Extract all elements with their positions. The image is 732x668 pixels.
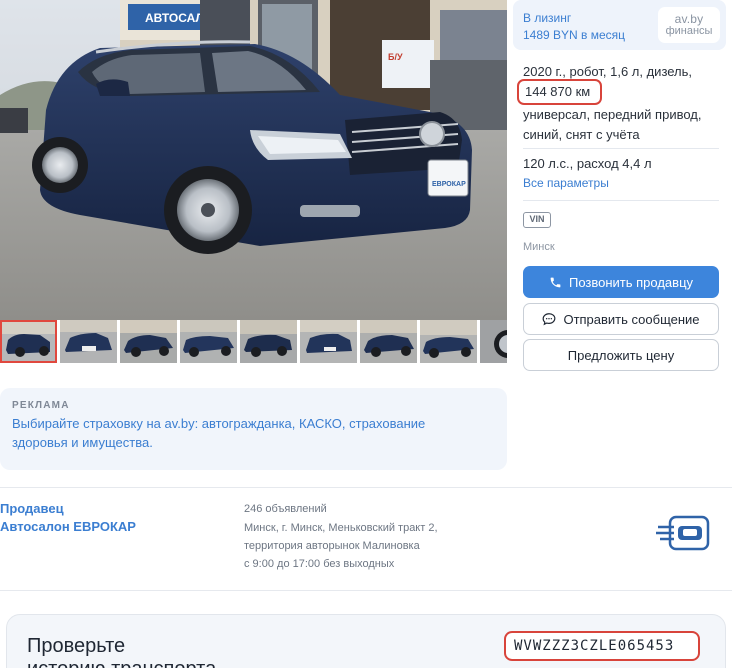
thumbnail-9[interactable] [480,320,507,363]
offer-price-label: Предложить цену [567,347,675,363]
seller-name-link[interactable]: Автосалон ЕВРОКАР [0,519,136,534]
city-label: Минск [523,241,555,253]
leasing-title: В лизинг [523,11,572,25]
ad-text-link[interactable]: Выбирайте страховку на av.by: автогражда… [12,414,482,452]
thumbnail-strip [0,320,507,363]
call-seller-label: Позвонить продавцу [568,274,694,290]
all-parameters-link[interactable]: Все параметры [523,176,609,190]
av-finance-logo: av.by финансы [658,7,720,43]
spec-body-drive-color: универсал, передний привод, синий, снят … [523,107,702,142]
thumbnail-image [240,320,297,363]
leasing-price: 1489 BYN в месяц [523,28,626,42]
thumbnail-image [300,320,357,363]
ad-tag: РЕКЛАМА [12,400,70,411]
leasing-banner[interactable]: В лизинг 1489 BYN в месяц av.by финансы [513,0,726,50]
mileage-value: 144 870 км [525,84,591,99]
thumbnail-image [60,320,117,363]
vehicle-history-card[interactable]: Проверьте историю транспорта WVWZZZ3CZLE… [6,614,726,668]
chat-icon [543,313,556,326]
main-photo[interactable]: АВТОСАЛОН Б/У ЕВРОКАР [0,0,507,320]
seller-label[interactable]: Продавец [0,501,64,516]
vin-number-highlight: WVWZZZ3CZLE065453 [504,631,700,661]
window-sign-text: Б/У [388,52,403,62]
thumbnail-image [180,320,237,363]
thumbnail-5[interactable] [240,320,297,363]
thumbnail-4[interactable] [180,320,237,363]
thumbnail-image [360,320,417,363]
thumbnail-image [420,320,477,363]
seller-logo-icon [656,513,712,553]
history-title-line2: историю транспорта [27,658,216,668]
offer-price-button[interactable]: Предложить цену [523,339,719,371]
thumbnail-image [480,320,507,363]
svg-text:ЕВРОКАР: ЕВРОКАР [432,181,466,188]
thumbnail-3[interactable] [120,320,177,363]
vw-logo [419,121,445,147]
divider [523,148,719,149]
plate-sticker [427,159,469,197]
thumbnail-image [120,320,177,363]
thumbnail-1[interactable] [0,320,57,363]
mileage-highlight: 144 870 км [517,79,602,105]
divider [523,200,719,201]
history-title-line1: Проверьте [27,635,126,657]
section-divider [0,487,732,488]
thumbnail-image [0,320,57,363]
vin-badge: VIN [523,212,551,228]
thumbnail-7[interactable] [360,320,417,363]
section-divider [0,590,732,591]
thumbnail-6[interactable] [300,320,357,363]
send-message-label: Отправить сообщение [563,311,700,327]
seller-address-line2: территория авторынок Малиновка [244,540,420,552]
seller-address-line1: Минск, г. Минск, Меньковский тракт 2, [244,522,438,534]
call-seller-button[interactable]: Позвонить продавцу [523,266,719,298]
seller-ads-count: 246 объявлений [244,503,327,515]
ad-banner[interactable]: РЕКЛАМА Выбирайте страховку на av.by: ав… [0,388,507,470]
send-message-button[interactable]: Отправить сообщение [523,303,719,335]
phone-icon [550,277,561,287]
thumbnail-8[interactable] [420,320,477,363]
vin-number: WVWZZZ3CZLE065453 [514,638,675,654]
thumbnail-2[interactable] [60,320,117,363]
car-photo-illustration: АВТОСАЛОН Б/У ЕВРОКАР [0,0,507,320]
seller-hours: с 9:00 до 17:00 без выходных [244,558,395,570]
spec-power-consumption: 120 л.с., расход 4,4 л [523,156,652,171]
